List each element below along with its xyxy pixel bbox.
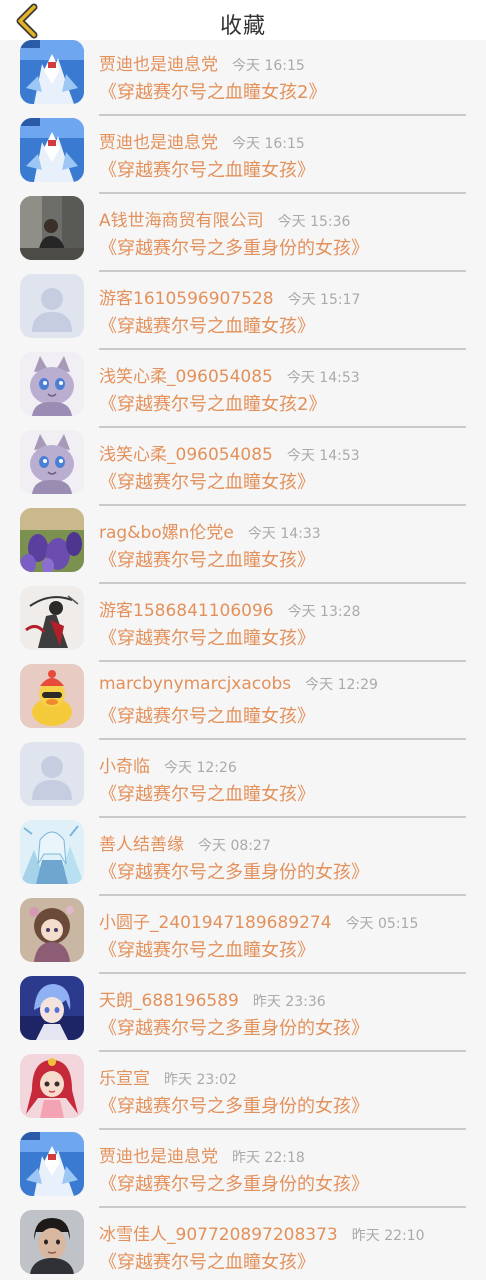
timestamp: 今天 05:15: [345, 916, 419, 932]
user-name[interactable]: 冰雪佳人_907720897208373 昨天 22:10: [99, 1220, 425, 1245]
user-name-text[interactable]: rag&bo嫘n伦党e: [99, 523, 234, 543]
timestamp: 昨天 23:36: [252, 994, 326, 1010]
user-name[interactable]: 小奇临 今天 12:26: [99, 752, 237, 777]
user-name-text[interactable]: 乐宣宣: [99, 1069, 150, 1089]
timestamp: 今天 16:15: [232, 136, 305, 152]
list-item[interactable]: 浅笑心柔_096054085 今天 14:53 《穿越赛尔号之血瞳女孩》: [0, 400, 486, 506]
list-item[interactable]: 贾迪也是迪息党 今天 16:15 《穿越赛尔号之血瞳女孩2》: [0, 40, 486, 116]
user-name-text[interactable]: 游客1610596907528: [99, 289, 274, 309]
user-name-text[interactable]: 贾迪也是迪息党: [99, 55, 218, 75]
header-bar: 收藏: [0, 0, 486, 40]
list-item[interactable]: 贾迪也是迪息党 今天 16:15 《穿越赛尔号之血瞳女孩》: [0, 88, 486, 194]
user-name[interactable]: 游客1586841106096 今天 13:28: [99, 596, 360, 621]
user-name[interactable]: 乐宣宣 昨天 23:02: [99, 1064, 237, 1089]
user-name-text[interactable]: 浅笑心柔_096054085: [99, 367, 273, 387]
user-name[interactable]: 天朗_688196589 昨天 23:36: [99, 986, 326, 1011]
timestamp: 昨天 23:02: [164, 1072, 237, 1088]
favorites-list-inner: 贾迪也是迪息党 今天 16:15 《穿越赛尔号之血瞳女孩2》 贾迪也是迪息党 今天 16…: [0, 40, 486, 1274]
list-item[interactable]: 小奇临 今天 12:26 《穿越赛尔号之血瞳女孩》: [0, 712, 486, 818]
user-name[interactable]: 小圆子_2401947189689274 今天 05:15: [99, 908, 418, 933]
user-name[interactable]: 贾迪也是迪息党 今天 16:15: [99, 128, 305, 153]
timestamp: 今天 08:27: [198, 838, 271, 854]
user-name-text[interactable]: A钱世海商贸有限公司: [99, 211, 264, 231]
list-item[interactable]: 游客1586841106096 今天 13:28 《穿越赛尔号之血瞳女孩》: [0, 556, 486, 662]
timestamp: 今天 12:26: [164, 760, 237, 776]
user-name-text[interactable]: 善人结善缘: [99, 835, 184, 855]
list-item[interactable]: marcbynymarcjxacobs 今天 12:29 《穿越赛尔号之血瞳女孩》: [0, 634, 486, 740]
user-name[interactable]: rag&bo嫘n伦党e 今天 14:33: [99, 518, 321, 543]
list-item[interactable]: A钱世海商贸有限公司 今天 15:36 《穿越赛尔号之多重身份的女孩》: [0, 166, 486, 272]
user-name-text[interactable]: 天朗_688196589: [99, 991, 239, 1011]
user-name-text[interactable]: marcbynymarcjxacobs: [99, 674, 291, 694]
app: 收藏 贾迪也是迪息党 今天 16:15 《穿越赛尔号之血瞳女孩2》 贾迪也是迪息党 今天…: [0, 0, 486, 1280]
user-name[interactable]: 浅笑心柔_096054085 今天 14:53: [99, 440, 360, 465]
user-name[interactable]: 贾迪也是迪息党 今天 16:15: [99, 50, 305, 75]
list-item[interactable]: 贾迪也是迪息党 昨天 22:18 《穿越赛尔号之多重身份的女孩》: [0, 1102, 486, 1208]
book-title[interactable]: 《穿越赛尔号之血瞳女孩》: [99, 1248, 315, 1274]
user-name-text[interactable]: 浅笑心柔_096054085: [99, 445, 273, 465]
page-title: 收藏: [219, 14, 266, 39]
avatar[interactable]: [20, 1210, 84, 1274]
timestamp: 今天 14:53: [286, 370, 360, 386]
user-name-text[interactable]: 游客1586841106096: [99, 601, 274, 621]
user-name[interactable]: 贾迪也是迪息党 昨天 22:18: [99, 1142, 305, 1167]
user-name[interactable]: 浅笑心柔_096054085 今天 14:53: [99, 362, 360, 387]
user-name-text[interactable]: 冰雪佳人_907720897208373: [99, 1225, 338, 1245]
list-item[interactable]: 浅笑心柔_096054085 今天 14:53 《穿越赛尔号之血瞳女孩2》: [0, 322, 486, 428]
user-name-text[interactable]: 贾迪也是迪息党: [99, 1147, 218, 1167]
user-name-text[interactable]: 小奇临: [99, 757, 150, 777]
user-name[interactable]: 善人结善缘 今天 08:27: [99, 830, 271, 855]
list-item[interactable]: 乐宣宣 昨天 23:02 《穿越赛尔号之多重身份的女孩》: [0, 1024, 486, 1130]
list-item[interactable]: 小圆子_2401947189689274 今天 05:15 《穿越赛尔号之血瞳女孩》: [0, 868, 486, 974]
list-item[interactable]: 冰雪佳人_907720897208373 昨天 22:10 《穿越赛尔号之血瞳女孩》: [0, 1180, 486, 1274]
user-name-text[interactable]: 贾迪也是迪息党: [99, 133, 218, 153]
timestamp: 今天 14:53: [286, 448, 360, 464]
timestamp: 今天 13:28: [287, 604, 361, 620]
user-name-text[interactable]: 小圆子_2401947189689274: [99, 913, 332, 933]
avatar-image: [20, 1210, 84, 1274]
timestamp: 今天 14:33: [247, 526, 321, 542]
list-item[interactable]: 善人结善缘 今天 08:27 《穿越赛尔号之多重身份的女孩》: [0, 790, 486, 896]
timestamp: 今天 12:29: [305, 677, 378, 693]
timestamp: 昨天 22:18: [232, 1150, 305, 1166]
list-item[interactable]: 天朗_688196589 昨天 23:36 《穿越赛尔号之多重身份的女孩》: [0, 946, 486, 1052]
list-item[interactable]: rag&bo嫘n伦党e 今天 14:33 《穿越赛尔号之血瞳女孩》: [0, 478, 486, 584]
user-name[interactable]: A钱世海商贸有限公司 今天 15:36: [99, 206, 350, 231]
timestamp: 今天 15:36: [277, 214, 351, 230]
timestamp: 今天 15:17: [287, 292, 361, 308]
timestamp: 昨天 22:10: [351, 1228, 425, 1244]
user-name[interactable]: marcbynymarcjxacobs 今天 12:29: [99, 674, 378, 694]
user-name[interactable]: 游客1610596907528 今天 15:17: [99, 284, 360, 309]
favorites-list[interactable]: 贾迪也是迪息党 今天 16:15 《穿越赛尔号之血瞳女孩2》 贾迪也是迪息党 今天 16…: [0, 40, 486, 1280]
list-item[interactable]: 游客1610596907528 今天 15:17 《穿越赛尔号之血瞳女孩》: [0, 244, 486, 350]
timestamp: 今天 16:15: [232, 58, 305, 74]
